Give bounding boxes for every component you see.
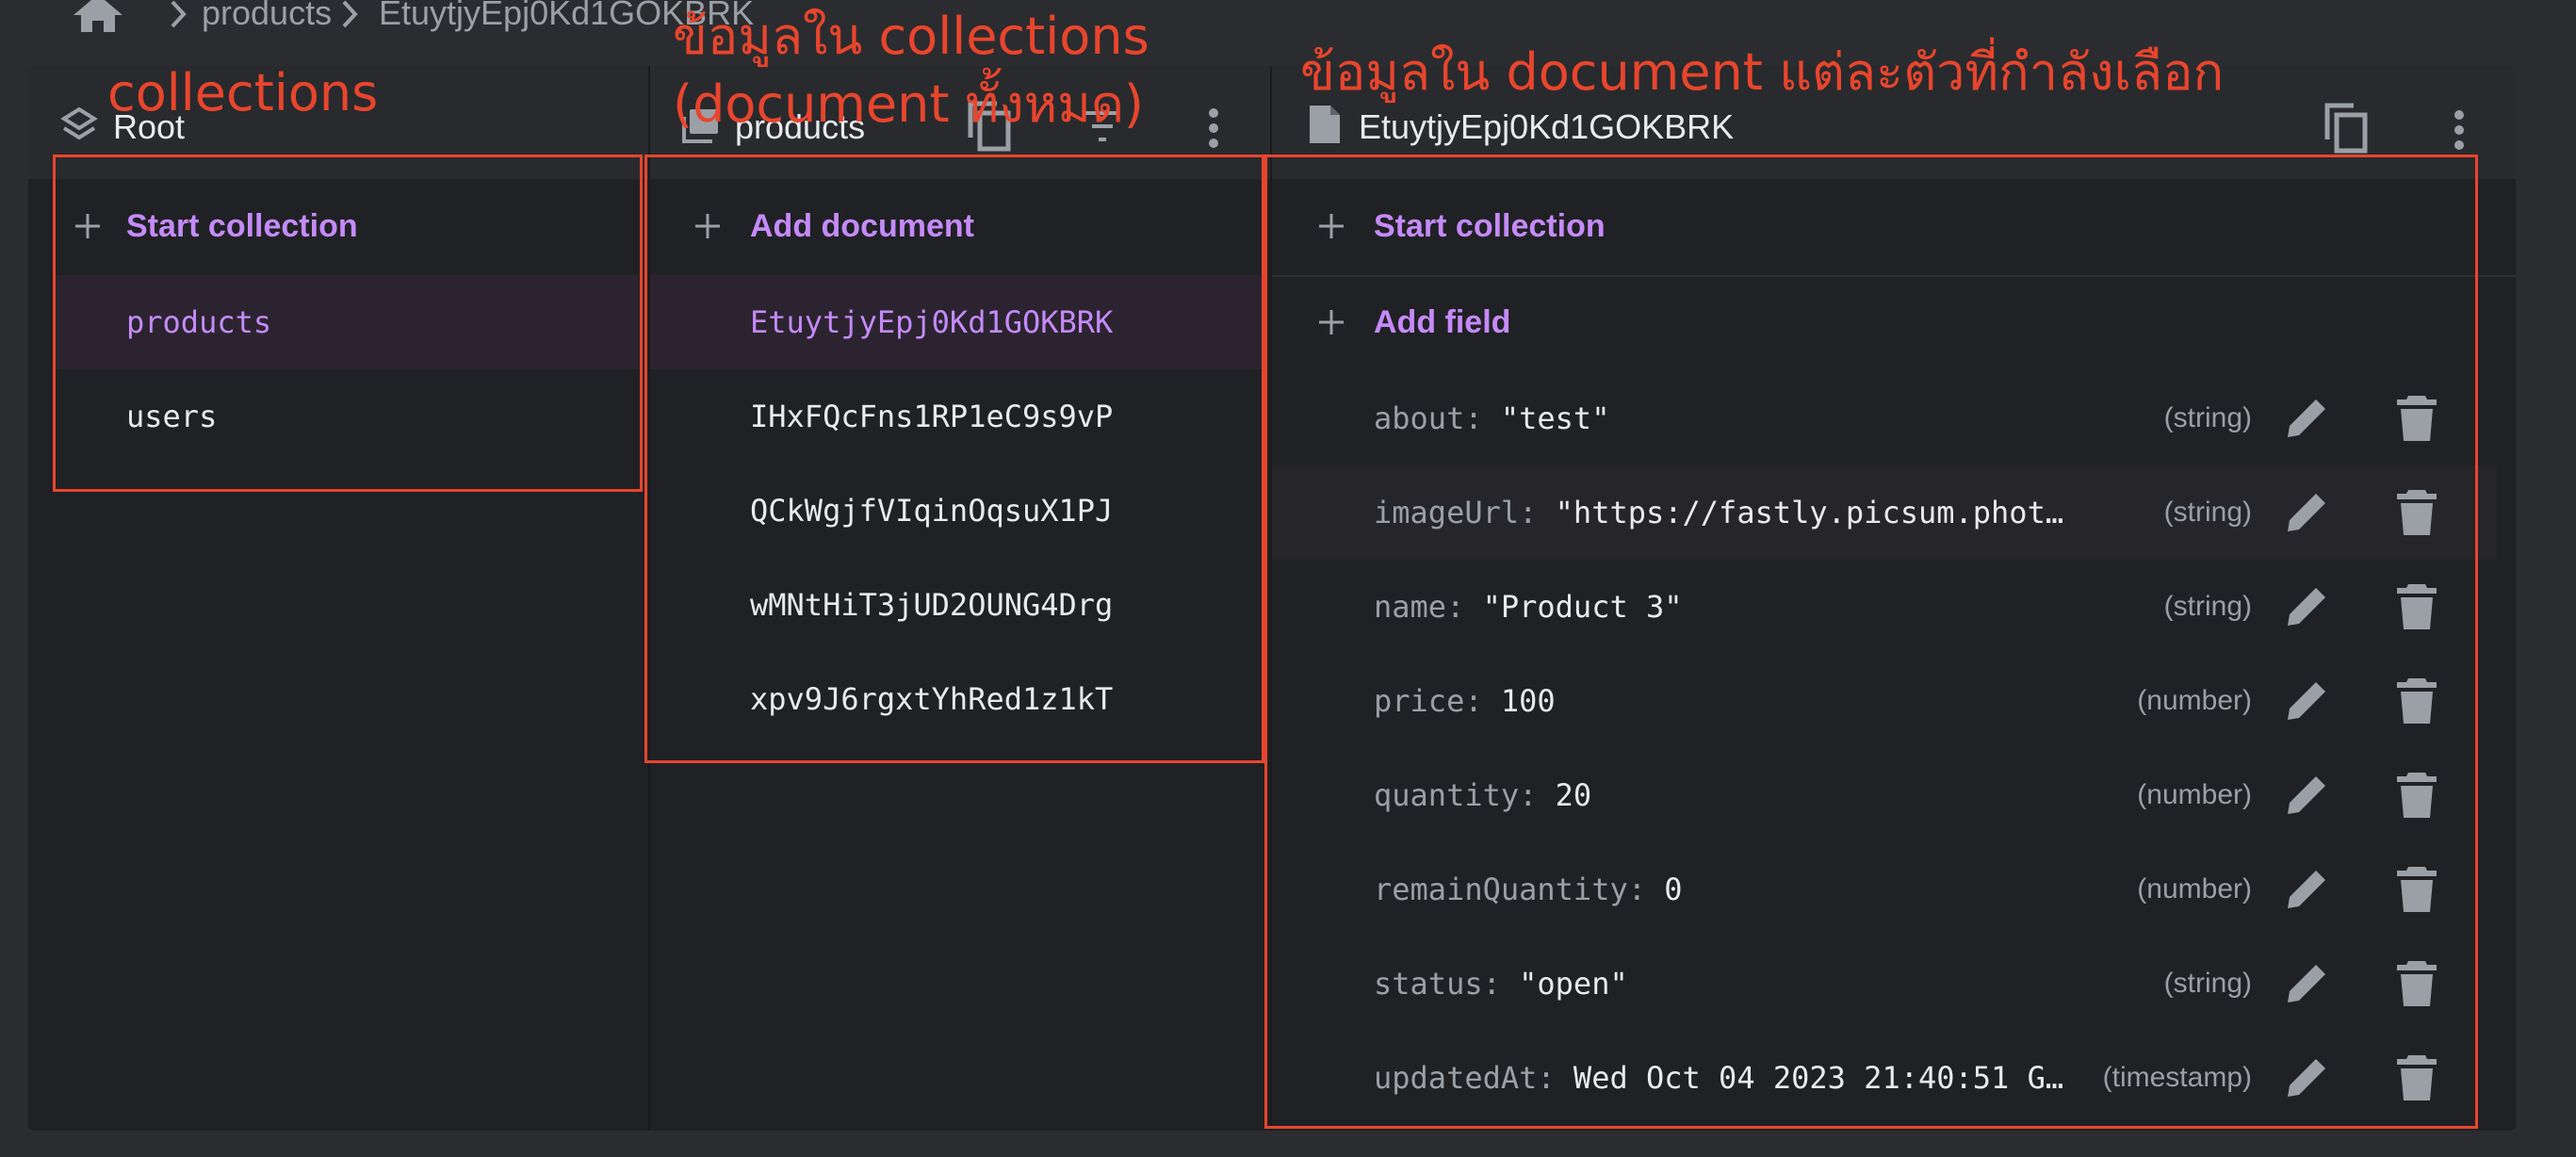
annotation-documents-line1: ข้อมูลใน collections xyxy=(673,7,1149,66)
document-panel-title: EtuytjyEpj0Kd1GOKBRK xyxy=(1359,107,1735,146)
breadcrumb-products[interactable]: products xyxy=(202,0,332,32)
annotation-documents-line2: (document ทั้งหมด) xyxy=(673,74,1144,134)
annotation-box-document-detail xyxy=(1264,155,2478,1129)
chevron-right-icon xyxy=(171,0,187,28)
collection-stack-icon xyxy=(60,106,98,140)
more-vert-icon[interactable] xyxy=(1204,107,1223,149)
document-icon xyxy=(1310,106,1340,143)
annotation-collections: collections xyxy=(107,63,379,122)
chevron-right-icon xyxy=(342,0,358,28)
annotation-box-collections xyxy=(53,155,643,492)
annotation-document-detail: ข้อมูลใน document แต่ละตัวที่กำลังเลือก xyxy=(1300,42,2225,102)
copy-icon[interactable] xyxy=(2322,102,2369,155)
home-icon[interactable] xyxy=(73,0,122,32)
annotation-box-documents xyxy=(644,155,1264,763)
more-vert-icon[interactable] xyxy=(2450,109,2469,151)
